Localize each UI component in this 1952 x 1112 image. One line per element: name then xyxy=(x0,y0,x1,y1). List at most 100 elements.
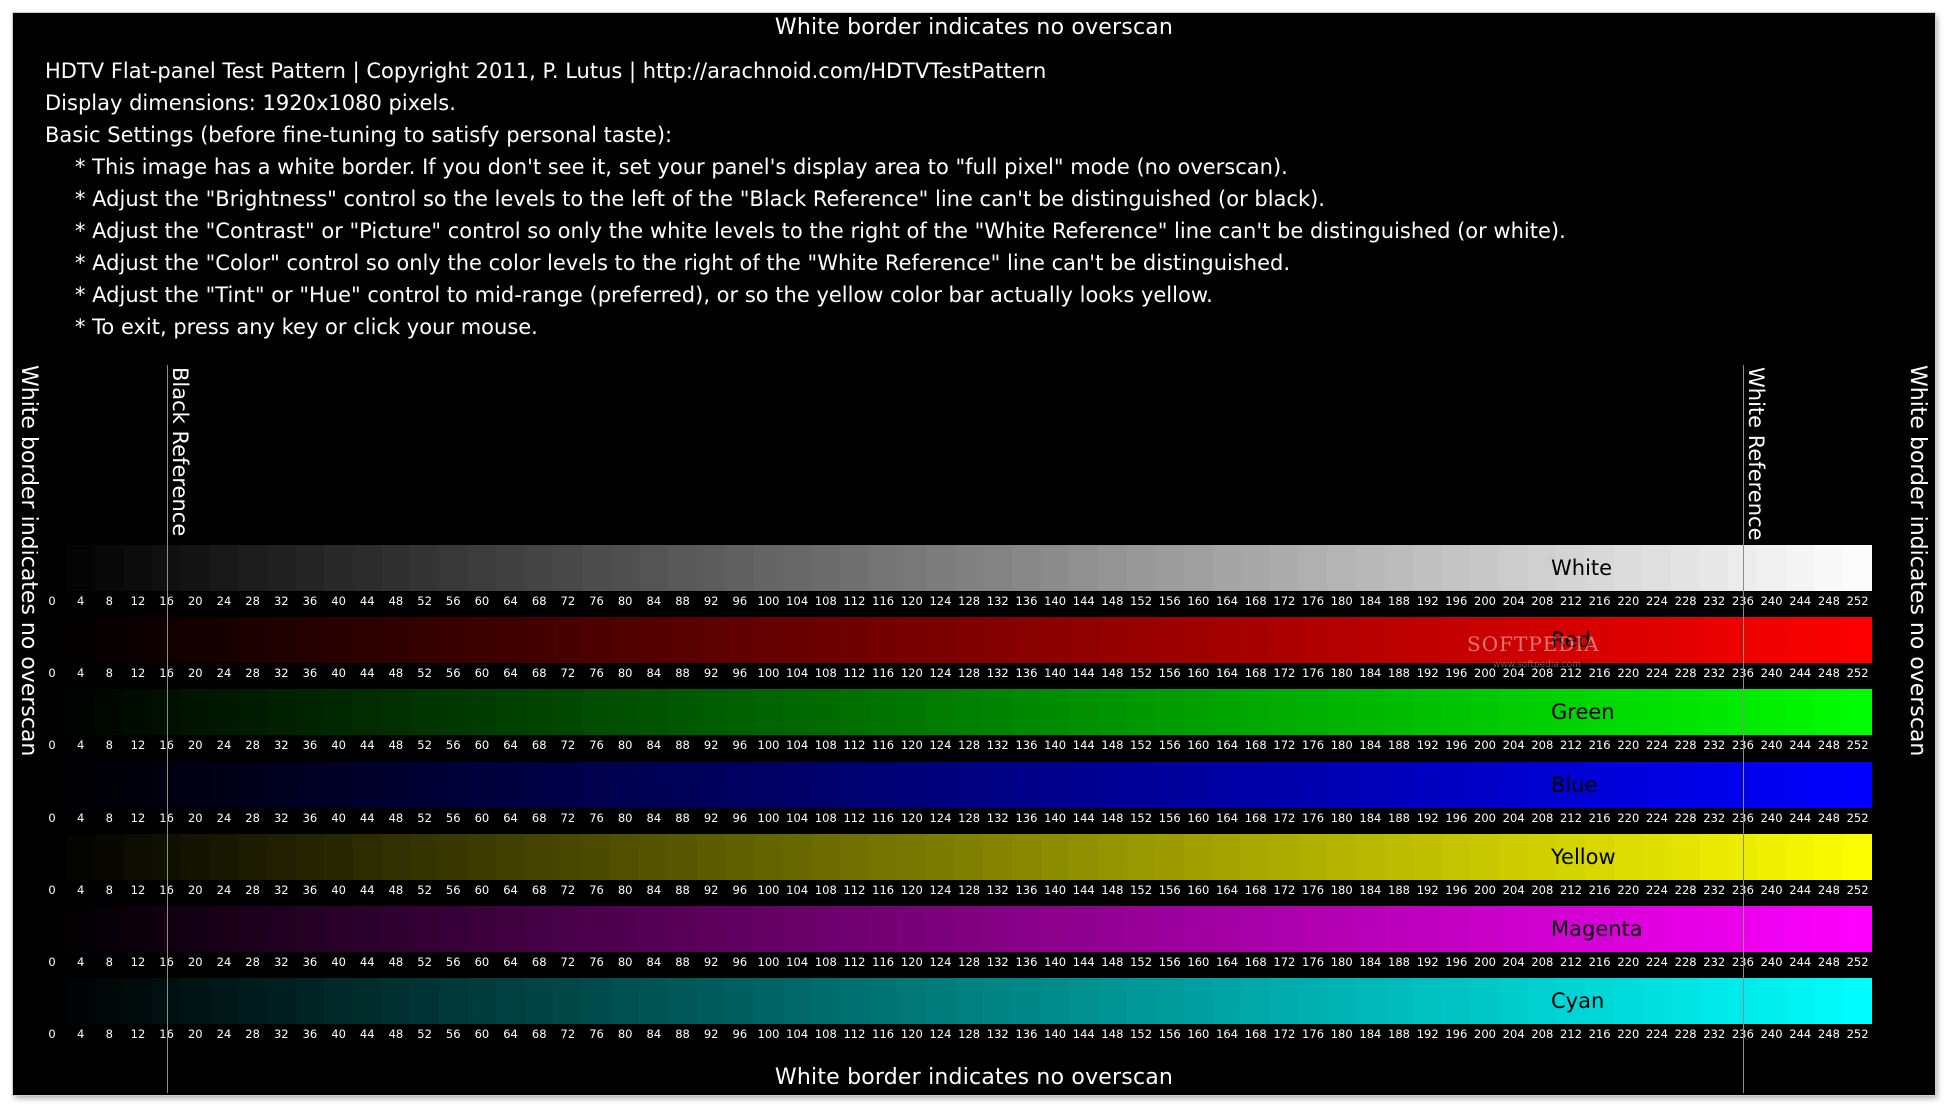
level-cell xyxy=(1413,617,1442,664)
level-cell xyxy=(1814,833,1843,880)
level-cell xyxy=(37,833,67,880)
level-tick-label: 40 xyxy=(331,955,346,969)
level-cell xyxy=(1785,761,1815,808)
level-tick-label: 40 xyxy=(331,882,346,897)
level-cell xyxy=(811,617,841,664)
level-cell xyxy=(1040,833,1070,880)
level-cell xyxy=(926,833,955,880)
level-cell xyxy=(1155,617,1184,664)
level-tick-label: 76 xyxy=(589,738,604,753)
level-cell xyxy=(1757,978,1786,1025)
level-cell xyxy=(1126,545,1156,591)
level-tick-label: 216 xyxy=(1588,666,1611,681)
level-cell xyxy=(1183,761,1213,808)
level-cell xyxy=(1499,545,1528,591)
level-tick-label: 32 xyxy=(273,594,289,608)
level-tick-label: 104 xyxy=(786,666,809,681)
level-tick-label: 124 xyxy=(929,810,952,825)
test-pattern-screen[interactable]: White border indicates no overscan White… xyxy=(12,12,1936,1096)
level-tick-label: 0 xyxy=(48,738,56,753)
level-tick-label: 124 xyxy=(929,666,952,681)
level-tick-label: 120 xyxy=(900,955,923,969)
level-cell xyxy=(1642,689,1672,736)
level-cell xyxy=(553,617,583,664)
level-cell xyxy=(1269,545,1299,591)
level-tick-label: 32 xyxy=(273,810,289,825)
level-tick-label: 172 xyxy=(1273,882,1296,897)
level-cell xyxy=(1814,978,1843,1025)
level-cell xyxy=(840,689,869,736)
level-tick-label: 64 xyxy=(503,955,518,969)
level-cell xyxy=(180,689,210,736)
level-tick-label: 32 xyxy=(273,666,289,681)
level-tick-label: 164 xyxy=(1216,1027,1239,1042)
level-cell xyxy=(1843,833,1872,880)
level-tick-label: 180 xyxy=(1330,594,1353,608)
level-tick-label: 68 xyxy=(531,1027,547,1042)
level-cell xyxy=(1699,617,1729,664)
level-tick-label: 132 xyxy=(986,594,1009,608)
level-cell xyxy=(696,545,726,591)
band-label-yellow: Yellow xyxy=(1551,844,1616,869)
level-tick-label: 140 xyxy=(1044,810,1067,825)
level-cell xyxy=(897,545,926,591)
level-tick-label: 88 xyxy=(675,666,690,681)
level-cell xyxy=(696,689,726,736)
level-tick-label: 144 xyxy=(1072,955,1095,969)
level-cell xyxy=(1155,689,1184,736)
level-tick-label: 100 xyxy=(757,882,780,897)
level-tick-label: 136 xyxy=(1015,955,1038,969)
level-tick-label: 188 xyxy=(1388,810,1410,825)
level-cell xyxy=(725,617,755,664)
level-cell xyxy=(467,761,497,808)
level-cell xyxy=(1327,689,1356,736)
level-cell xyxy=(66,978,95,1025)
level-cell xyxy=(696,906,726,952)
level-cell xyxy=(1155,545,1184,591)
level-cell xyxy=(1384,761,1414,808)
level-tick-label: 36 xyxy=(302,955,318,969)
level-cell xyxy=(1470,906,1500,952)
level-tick-label: 108 xyxy=(814,810,837,825)
level-cell xyxy=(1097,617,1127,664)
level-tick-label: 220 xyxy=(1617,955,1640,969)
level-cell xyxy=(524,906,554,952)
level-tick-label: 12 xyxy=(130,1027,146,1042)
level-cell xyxy=(94,833,124,880)
level-tick-label: 8 xyxy=(105,738,113,753)
level-cell xyxy=(1298,906,1328,952)
level-tick-label: 184 xyxy=(1359,1027,1382,1042)
level-cell xyxy=(1040,761,1070,808)
level-tick-label: 176 xyxy=(1302,1027,1325,1042)
level-tick-label: 116 xyxy=(872,955,895,969)
level-tick-label: 180 xyxy=(1330,738,1353,753)
level-cell xyxy=(610,689,640,736)
test-pattern-canvas[interactable]: White border indicates no overscan White… xyxy=(15,15,1933,1093)
level-cell xyxy=(1499,761,1528,808)
level-tick-label: 96 xyxy=(732,955,748,969)
level-tick-label: 12 xyxy=(130,882,146,897)
level-tick-label: 168 xyxy=(1244,955,1267,969)
level-cell xyxy=(467,617,497,664)
level-cell xyxy=(1671,833,1700,880)
level-tick-label: 0 xyxy=(48,594,56,608)
level-cell xyxy=(954,617,984,664)
level-tick-label: 116 xyxy=(872,810,895,825)
level-tick-label: 88 xyxy=(675,955,690,969)
level-tick-label: 232 xyxy=(1703,882,1726,897)
level-cell xyxy=(610,545,640,591)
level-cell xyxy=(1212,617,1242,664)
level-tick-label: 80 xyxy=(617,810,633,825)
level-tick-label: 88 xyxy=(675,1027,690,1042)
level-tick-label: 64 xyxy=(503,810,518,825)
level-tick-label: 44 xyxy=(359,594,375,608)
level-cell xyxy=(123,545,153,591)
level-cell xyxy=(1441,906,1471,952)
level-cell xyxy=(209,761,239,808)
level-tick-label: 192 xyxy=(1416,955,1439,969)
level-cell xyxy=(868,761,898,808)
level-tick-label: 176 xyxy=(1302,810,1325,825)
level-cell xyxy=(352,689,382,736)
level-cell xyxy=(1470,689,1500,736)
level-tick-label: 188 xyxy=(1388,738,1410,753)
